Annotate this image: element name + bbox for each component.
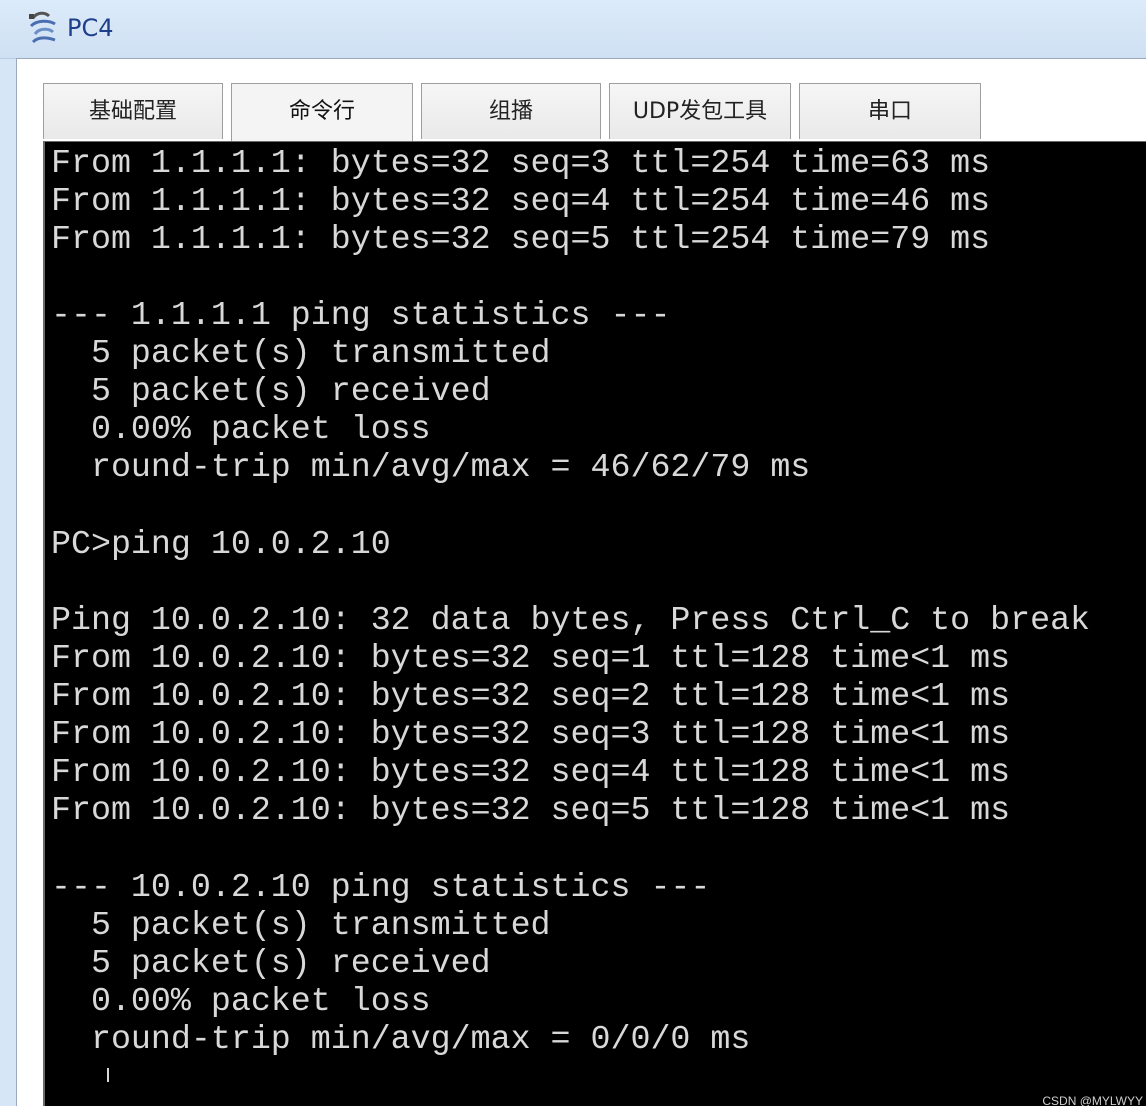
pc-device-icon [29,11,56,44]
text-cursor [107,1068,109,1082]
terminal-line: PC>ping 10.0.2.10 [51,525,391,563]
terminal-line: From 1.1.1.1: bytes=32 seq=5 ttl=254 tim… [51,220,991,258]
terminal-console[interactable]: From 1.1.1.1: bytes=32 seq=3 ttl=254 tim… [43,141,1146,1106]
terminal-line: --- 1.1.1.1 ping statistics --- [51,296,671,334]
terminal-line: Ping 10.0.2.10: 32 data bytes, Press Ctr… [51,601,1091,639]
terminal-line: From 1.1.1.1: bytes=32 seq=4 ttl=254 tim… [51,182,991,220]
tab-command-line[interactable]: 命令行 [231,83,413,141]
terminal-line: From 10.0.2.10: bytes=32 seq=5 ttl=128 t… [51,791,1011,829]
pc4-window: PC4 基础配置 命令行 组播 UDP发包工具 串口 From 1.1.1.1:… [0,0,1146,1106]
terminal-line: 5 packet(s) transmitted [51,334,551,372]
window-title: PC4 [67,14,114,42]
tab-multicast[interactable]: 组播 [421,83,601,139]
terminal-line: From 10.0.2.10: bytes=32 seq=3 ttl=128 t… [51,715,1011,753]
terminal-line: 5 packet(s) transmitted [51,906,551,944]
terminal-line: From 1.1.1.1: bytes=32 seq=3 ttl=254 tim… [51,144,991,182]
terminal-line: From 10.0.2.10: bytes=32 seq=1 ttl=128 t… [51,639,1011,677]
terminal-line: 0.00% packet loss [51,410,431,448]
tab-basic-config[interactable]: 基础配置 [43,83,223,139]
terminal-line: round-trip min/avg/max = 0/0/0 ms [51,1020,751,1058]
tab-serial[interactable]: 串口 [799,83,981,139]
title-bar[interactable]: PC4 [0,0,1146,59]
terminal-line: round-trip min/avg/max = 46/62/79 ms [51,448,811,486]
terminal-line: 5 packet(s) received [51,372,491,410]
terminal-line: From 10.0.2.10: bytes=32 seq=2 ttl=128 t… [51,677,1011,715]
terminal-line: 0.00% packet loss [51,982,431,1020]
watermark: CSDN @MYLWYY [1042,1094,1143,1106]
tab-udp-tool[interactable]: UDP发包工具 [609,83,791,139]
terminal-line: From 10.0.2.10: bytes=32 seq=4 ttl=128 t… [51,753,1011,791]
device-panel: 基础配置 命令行 组播 UDP发包工具 串口 From 1.1.1.1: byt… [16,58,1146,1106]
terminal-line: --- 10.0.2.10 ping statistics --- [51,868,711,906]
terminal-line: 5 packet(s) received [51,944,491,982]
